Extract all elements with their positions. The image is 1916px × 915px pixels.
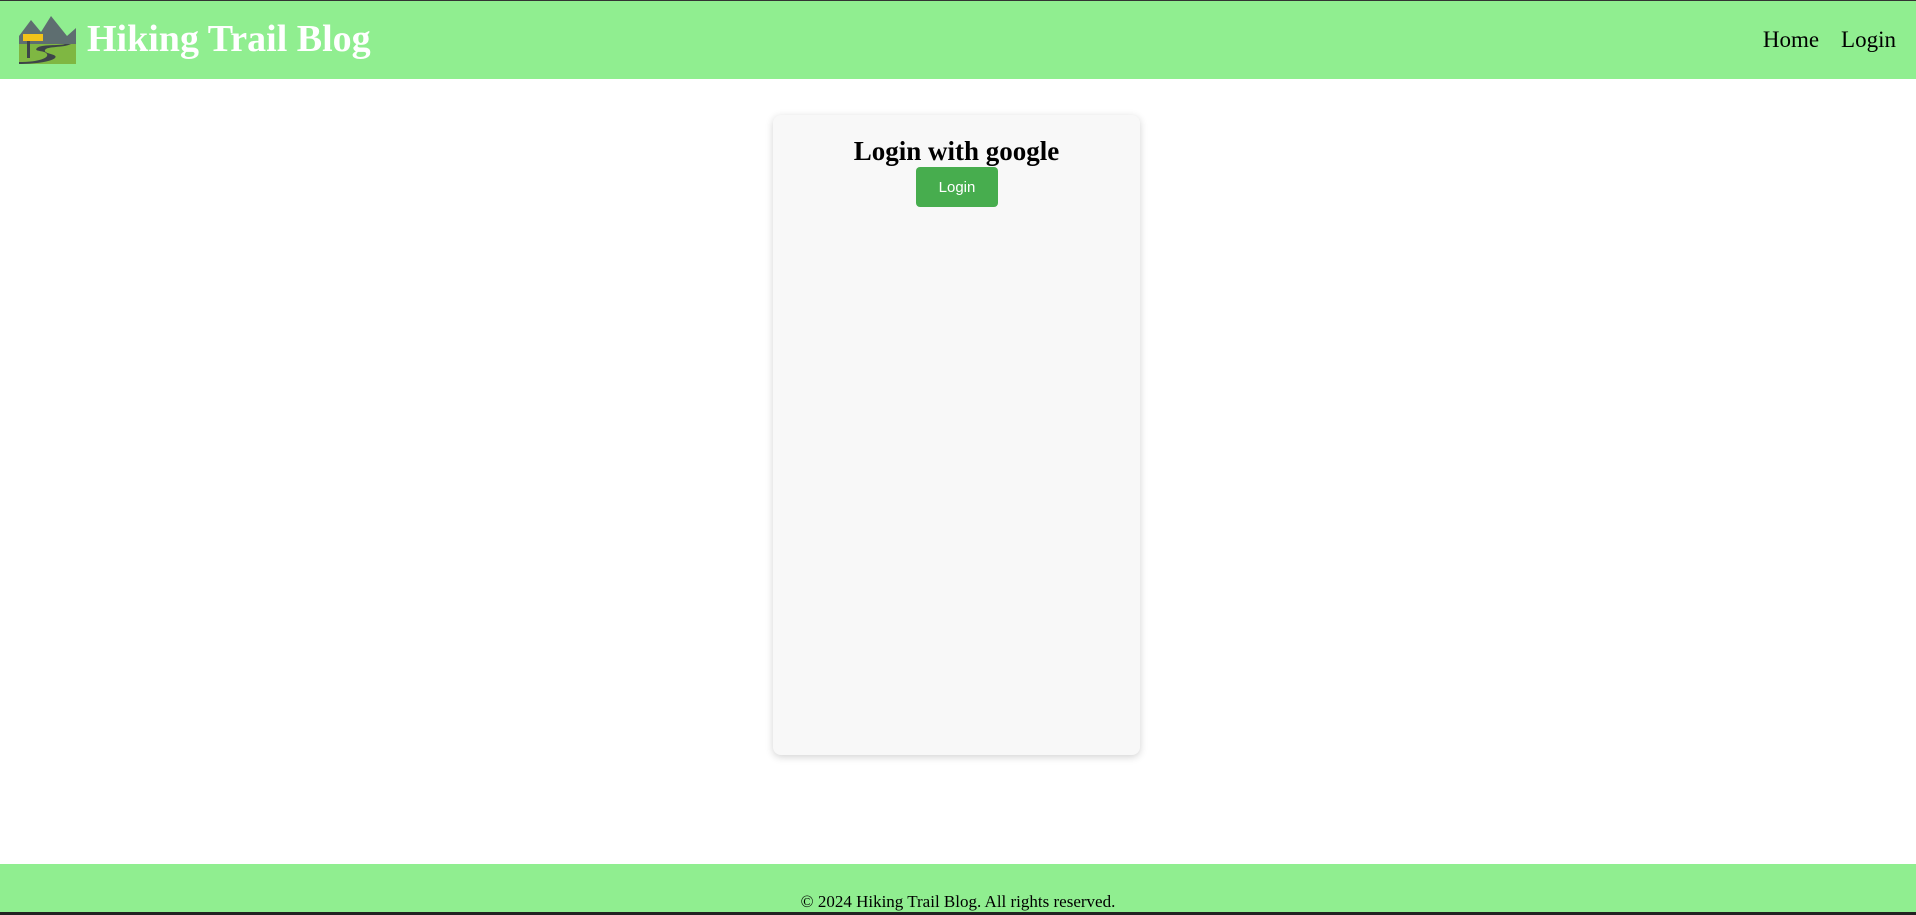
mountain-trail-icon bbox=[19, 16, 76, 64]
site-header: Hiking Trail Blog Home Login bbox=[0, 1, 1916, 79]
main-nav: Home Login bbox=[1763, 25, 1896, 55]
login-card: Login with google Login bbox=[773, 115, 1140, 755]
nav-home-link[interactable]: Home bbox=[1763, 25, 1819, 55]
site-title: Hiking Trail Blog bbox=[87, 18, 371, 60]
copyright-text: © 2024 Hiking Trail Blog. All rights res… bbox=[800, 892, 1116, 911]
brand[interactable]: Hiking Trail Blog bbox=[19, 14, 371, 64]
google-login-button[interactable]: Login bbox=[916, 167, 998, 207]
site-footer: © 2024 Hiking Trail Blog. All rights res… bbox=[0, 864, 1916, 912]
nav-login-link[interactable]: Login bbox=[1841, 25, 1896, 55]
login-heading: Login with google bbox=[853, 136, 1060, 166]
